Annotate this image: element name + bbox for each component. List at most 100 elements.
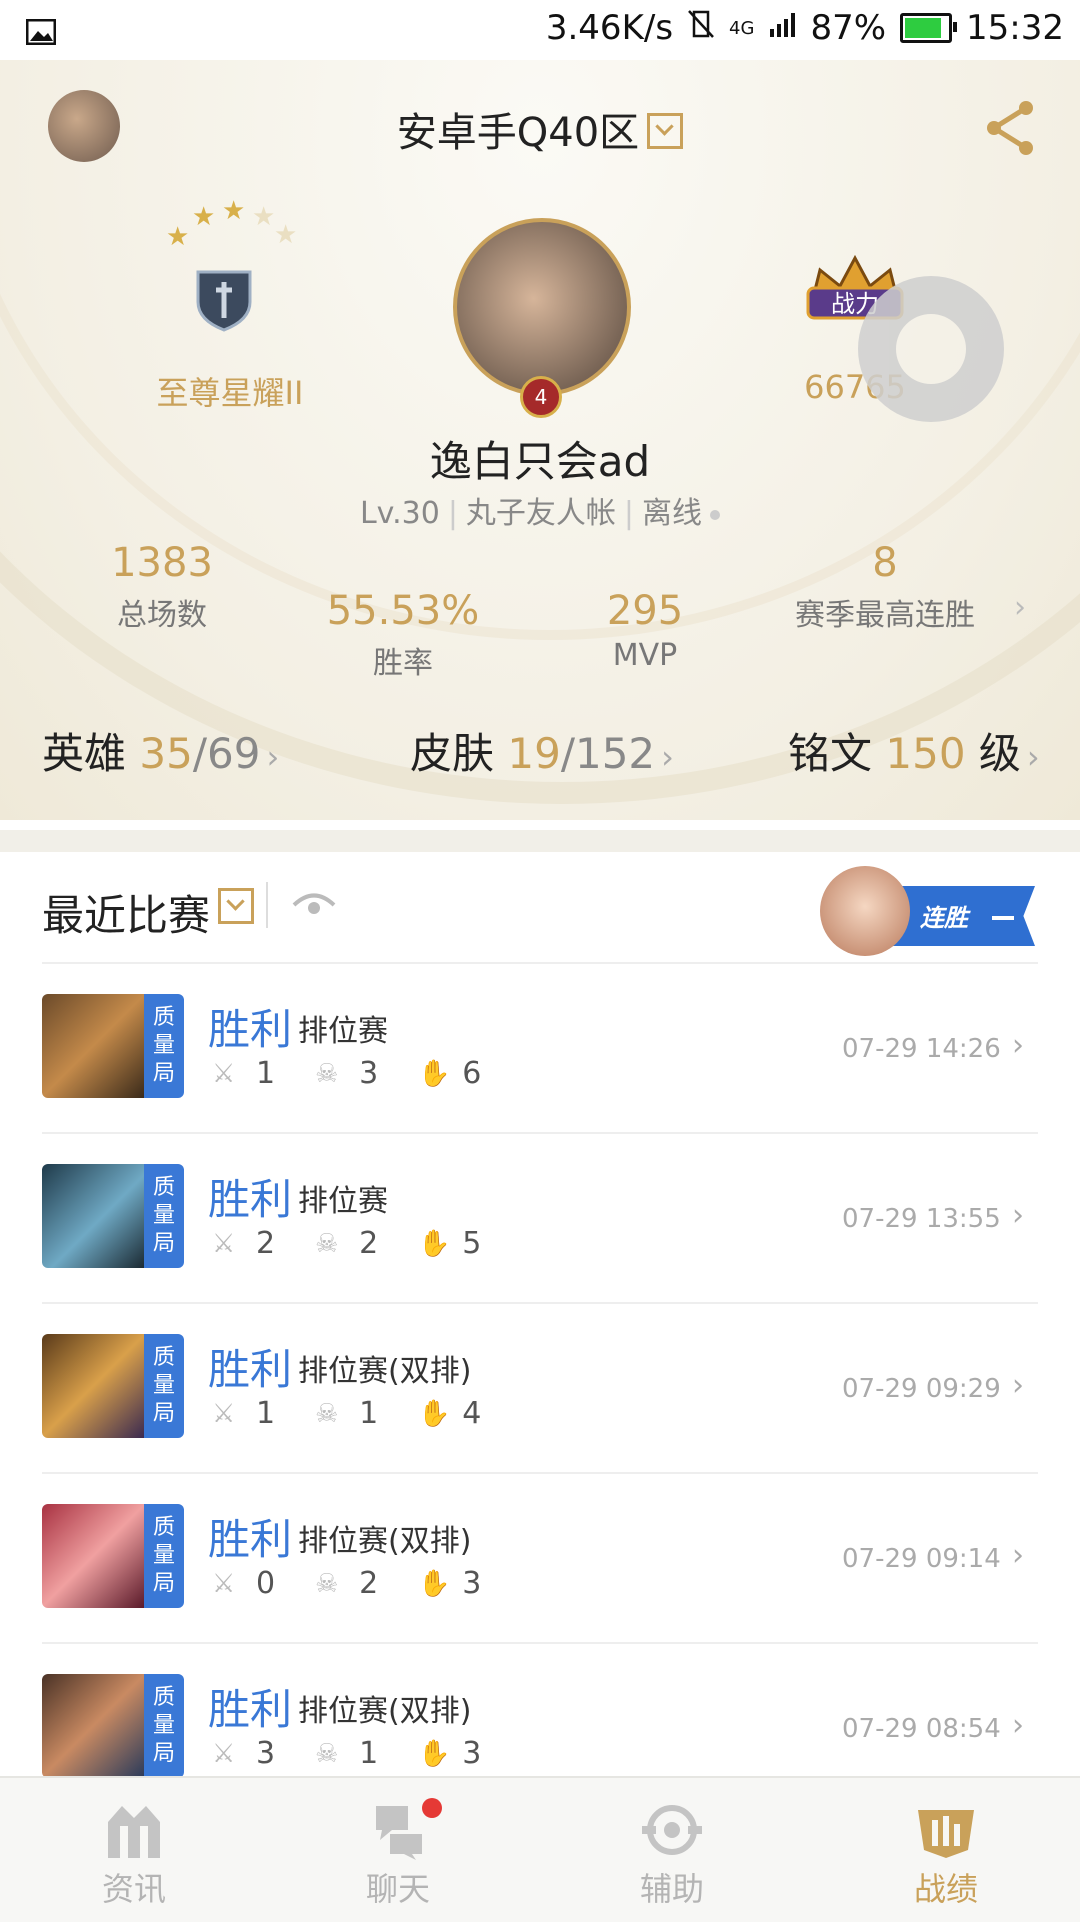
streak-badge-text: 连胜: [920, 904, 968, 932]
quality-tag: 质量局: [144, 1504, 184, 1608]
kills: 2: [256, 1226, 276, 1261]
runes-level: 150: [885, 729, 966, 778]
star-icon: ★: [192, 202, 216, 232]
level-badge: 4: [520, 376, 562, 418]
hand-icon: ✋: [418, 1228, 451, 1259]
network-speed: 3.46K/s: [545, 8, 674, 48]
win-rate-value: 55.53%: [326, 588, 480, 634]
assists: 3: [462, 1566, 482, 1601]
heroes-count[interactable]: 英雄 35/69 ›: [42, 720, 279, 781]
chevron-right-icon: ›: [1012, 1538, 1024, 1573]
tab-record[interactable]: 战绩: [846, 1778, 1046, 1922]
tab-label: 战绩: [913, 1870, 978, 1908]
hero-portrait: [42, 1674, 144, 1778]
deaths: 2: [359, 1226, 379, 1261]
quality-tag-char: 质: [152, 1685, 175, 1710]
win-streak-badge[interactable]: 连胜: [820, 862, 1040, 956]
status-bar: 3.46K/s 4G 87% 15:32: [0, 0, 1080, 60]
chevron-right-icon: ›: [1012, 1368, 1024, 1403]
match-mode: 排位赛(双排): [298, 1524, 472, 1559]
skull-icon: ☠: [315, 1398, 339, 1429]
battery-icon: [900, 13, 958, 43]
match-row[interactable]: 质量局胜利 排位赛 ⚔ 2 ☠ 2 ✋ 5 07-29 13:55 ›: [0, 1134, 1080, 1304]
kills: 1: [256, 1396, 276, 1431]
quality-tag-char: 量: [152, 1543, 175, 1568]
tab-news[interactable]: 资讯: [34, 1778, 234, 1922]
star-empty-icon: ★: [252, 202, 276, 232]
match-mode: 排位赛: [298, 1014, 388, 1049]
quality-tag-char: 量: [152, 1713, 175, 1738]
recent-title[interactable]: 最近比赛: [42, 882, 210, 943]
hero-portrait: [42, 1334, 144, 1438]
assist-icon: [640, 1800, 704, 1860]
chat-icon: [366, 1800, 430, 1860]
tab-assist[interactable]: 辅助: [572, 1778, 772, 1922]
chevron-down-icon[interactable]: [218, 888, 254, 924]
record-icon: [914, 1800, 978, 1860]
match-mode: 排位赛(双排): [298, 1694, 472, 1729]
streak-label: 赛季最高连胜: [795, 598, 975, 633]
skull-icon: ☠: [315, 1568, 339, 1599]
floating-assist-button[interactable]: [858, 276, 1004, 422]
match-row[interactable]: 质量局胜利 排位赛(双排) ⚔ 1 ☠ 1 ✋ 4 07-29 09:29 ›: [0, 1304, 1080, 1474]
match-result: 胜利: [208, 1685, 293, 1734]
quality-tag-char: 质: [152, 1345, 175, 1370]
quality-tag-char: 局: [152, 1401, 175, 1426]
match-time: 07-29 09:29: [842, 1374, 1001, 1404]
match-time: 07-29 08:54: [842, 1714, 1001, 1744]
hero-thumbnail: 质量局: [42, 1674, 184, 1778]
quality-tag: 质量局: [144, 1674, 184, 1778]
quality-tag-char: 局: [152, 1571, 175, 1596]
character-avatar: [820, 866, 910, 956]
tab-chat[interactable]: 聊天: [298, 1778, 498, 1922]
streak-value: 8: [872, 540, 898, 586]
quality-tag-char: 局: [152, 1061, 175, 1086]
kda: ⚔ 1 ☠ 3 ✋ 6: [212, 1056, 511, 1091]
sword-icon: ⚔: [212, 1568, 236, 1599]
star-empty-icon: ★: [274, 220, 298, 250]
quality-tag: 质量局: [144, 1164, 184, 1268]
stat-streak[interactable]: 8 赛季最高连胜: [780, 540, 990, 634]
sword-icon: ⚔: [212, 1228, 236, 1259]
deaths: 1: [359, 1396, 379, 1431]
chevron-right-icon: ›: [266, 738, 280, 776]
profile-avatar[interactable]: [453, 218, 631, 396]
match-time: 07-29 09:14: [842, 1544, 1001, 1574]
rank-badge-icon[interactable]: [194, 268, 254, 332]
total-games-label: 总场数: [117, 598, 207, 633]
nickname: 逸白只会ad: [429, 437, 651, 486]
kills: 0: [256, 1566, 276, 1601]
signal-icon: [768, 8, 796, 48]
sword-icon: ⚔: [212, 1398, 236, 1429]
hero-thumbnail: 质量局: [42, 1504, 184, 1608]
heroes-total: 69: [206, 729, 261, 778]
match-row[interactable]: 质量局胜利 排位赛 ⚔ 1 ☠ 3 ✋ 6 07-29 14:26 ›: [0, 964, 1080, 1134]
sword-icon: ⚔: [212, 1058, 236, 1089]
vibrate-icon: [687, 8, 715, 48]
server-selector[interactable]: 安卓手Q40区: [0, 100, 1080, 158]
star-icon: ★: [222, 196, 246, 226]
chevron-right-icon: ›: [1026, 738, 1040, 776]
match-result: 胜利: [208, 1005, 293, 1054]
match-row[interactable]: 质量局胜利 排位赛(双排) ⚔ 0 ☠ 2 ✋ 3 07-29 09:14 ›: [0, 1474, 1080, 1644]
quality-tag-char: 质: [152, 1175, 175, 1200]
skins-count[interactable]: 皮肤 19/152 ›: [410, 720, 674, 781]
quality-tag: 质量局: [144, 994, 184, 1098]
chevron-right-icon: ›: [661, 738, 674, 776]
eye-icon[interactable]: [292, 890, 336, 920]
hand-icon: ✋: [418, 1568, 451, 1599]
skull-icon: ☠: [315, 1058, 339, 1089]
runes-count[interactable]: 铭文 150 级 ›: [788, 720, 1040, 781]
tab-label: 聊天: [365, 1870, 430, 1908]
match-result: 胜利: [208, 1515, 293, 1564]
star-icon: ★: [166, 222, 190, 252]
chevron-right-icon: ›: [1012, 1028, 1024, 1063]
rank-stars: ★ ★ ★ ★ ★: [160, 196, 300, 260]
status-dot-icon: [710, 509, 721, 520]
share-icon[interactable]: [980, 98, 1040, 158]
quality-tag-char: 局: [152, 1231, 175, 1256]
bottom-tab-bar: 资讯 聊天 辅助 战绩: [0, 1776, 1080, 1922]
chevron-right-icon[interactable]: ›: [1014, 590, 1026, 625]
rank-name[interactable]: 至尊星耀II: [130, 368, 330, 414]
skull-icon: ☠: [315, 1228, 339, 1259]
